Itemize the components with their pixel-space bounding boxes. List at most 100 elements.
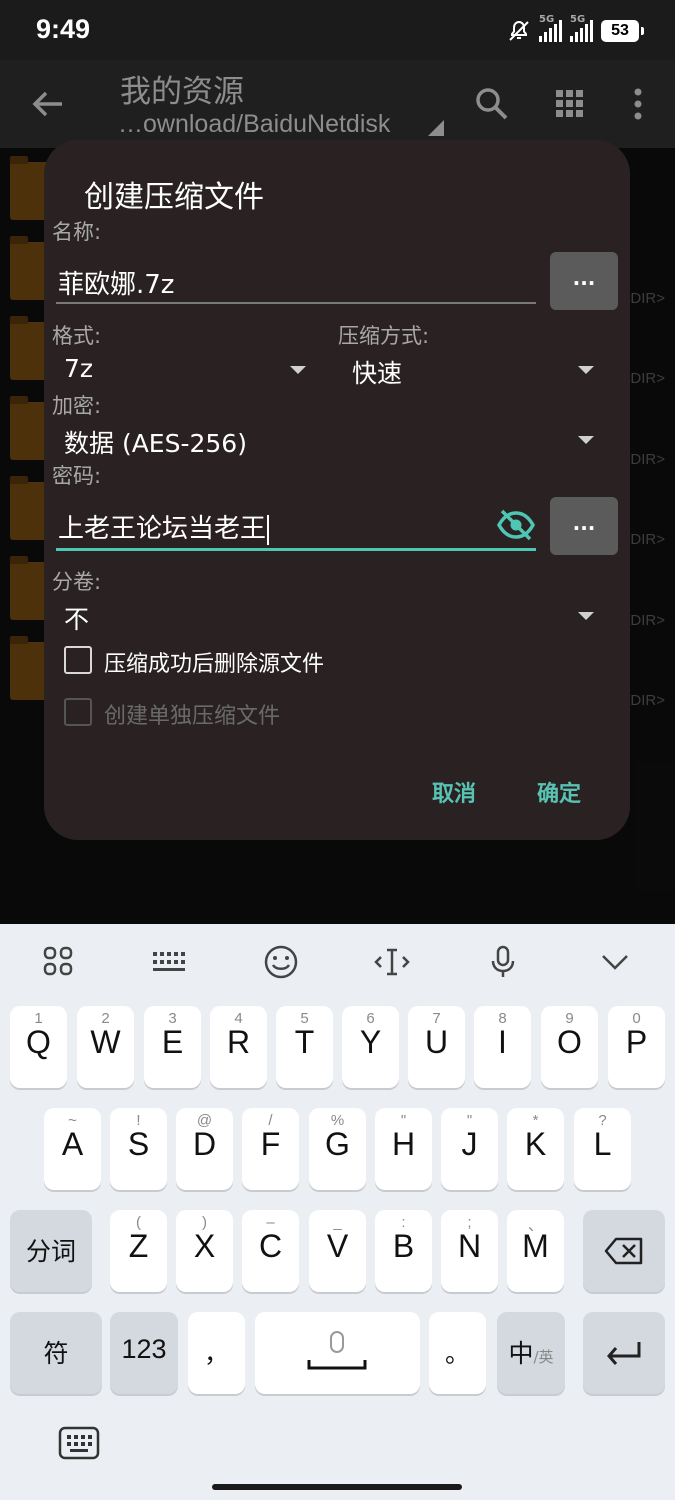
path-dropdown-icon[interactable] bbox=[428, 120, 444, 136]
key-z[interactable]: (Z bbox=[110, 1210, 167, 1292]
method-select[interactable]: 快速 bbox=[352, 354, 402, 390]
emoji-icon[interactable] bbox=[261, 942, 301, 982]
search-icon[interactable] bbox=[470, 82, 514, 126]
key-c[interactable]: – C bbox=[242, 1210, 299, 1292]
split-dropdown-icon[interactable] bbox=[578, 612, 594, 620]
key-label: N bbox=[457, 1228, 482, 1264]
signal-5g-2-icon: 5G bbox=[570, 14, 593, 42]
fenci-key[interactable]: 分词 bbox=[10, 1210, 92, 1292]
key-label: M bbox=[522, 1228, 549, 1264]
key-k[interactable]: * K bbox=[507, 1108, 564, 1190]
microphone-icon[interactable] bbox=[483, 942, 523, 982]
key-label: P bbox=[625, 1024, 648, 1060]
encryption-select[interactable]: 数据 (AES-256) bbox=[64, 424, 247, 460]
delete-source-checkbox[interactable] bbox=[64, 646, 92, 674]
key-n[interactable]: ; N bbox=[441, 1210, 498, 1292]
create-archive-dialog: 创建压缩文件 名称: 菲欧娜.7z ... 格式: 7z 压缩方式: 快速 加密… bbox=[44, 140, 630, 840]
path-subtitle[interactable]: …ownload/BaiduNetdisk bbox=[118, 110, 390, 139]
key-s[interactable]: ! S bbox=[110, 1108, 167, 1190]
grid-view-icon[interactable] bbox=[548, 82, 592, 126]
symbols-key[interactable]: 符 bbox=[10, 1312, 102, 1394]
page-title: 我的资源 bbox=[120, 74, 244, 110]
key-label: Y bbox=[359, 1024, 382, 1060]
key-w[interactable]: 2W bbox=[77, 1006, 134, 1088]
password-input[interactable]: 上老王论坛当老王 bbox=[58, 508, 270, 545]
signal-label-2: 5G bbox=[570, 14, 586, 25]
format-select[interactable]: 7z bbox=[64, 354, 93, 383]
format-dropdown-icon[interactable] bbox=[290, 366, 306, 374]
key-r[interactable]: 4R bbox=[210, 1006, 267, 1088]
home-indicator[interactable] bbox=[212, 1484, 462, 1490]
key-m[interactable]: 、 M bbox=[507, 1210, 564, 1292]
language-switch-key[interactable]: 中/英 bbox=[497, 1312, 565, 1394]
dialog-title: 创建压缩文件 bbox=[84, 180, 264, 215]
delete-source-label[interactable]: 压缩成功后删除源文件 bbox=[104, 646, 324, 678]
key-j[interactable]: " J bbox=[441, 1108, 498, 1190]
key-t[interactable]: 5T bbox=[276, 1006, 333, 1088]
key-i[interactable]: 8I bbox=[474, 1006, 531, 1088]
name-underline bbox=[56, 302, 536, 304]
back-arrow-icon[interactable] bbox=[28, 84, 68, 124]
key-y[interactable]: 6Y bbox=[342, 1006, 399, 1088]
key-x[interactable]: ) X bbox=[176, 1210, 233, 1292]
period-key[interactable]: 。 bbox=[429, 1312, 486, 1394]
numbers-key[interactable]: 123 bbox=[110, 1312, 178, 1394]
key-g[interactable]: % G bbox=[309, 1108, 366, 1190]
key-p[interactable]: 0P bbox=[608, 1006, 665, 1088]
method-dropdown-icon[interactable] bbox=[578, 366, 594, 374]
key-o[interactable]: 9O bbox=[541, 1006, 598, 1088]
cancel-button[interactable]: 取消 bbox=[432, 776, 476, 808]
name-input[interactable]: 菲欧娜.7z bbox=[58, 264, 174, 301]
mute-icon bbox=[509, 20, 529, 41]
space-key[interactable] bbox=[255, 1312, 420, 1394]
key-label: Q bbox=[26, 1024, 51, 1060]
key-label: D bbox=[192, 1126, 217, 1162]
key-u[interactable]: 7U bbox=[408, 1006, 465, 1088]
split-label: 分卷: bbox=[52, 570, 102, 594]
apps-grid-icon[interactable] bbox=[39, 942, 79, 982]
name-label: 名称: bbox=[52, 220, 102, 244]
key-f[interactable]: / F bbox=[242, 1108, 299, 1190]
key-label: K bbox=[524, 1126, 547, 1162]
key-label: C bbox=[258, 1228, 283, 1264]
key-a[interactable]: ~ A bbox=[44, 1108, 101, 1190]
password-text: 上老王论坛当老王 bbox=[58, 514, 267, 544]
key-label: 分词 bbox=[25, 1237, 76, 1266]
lang-sub: /英 bbox=[533, 1348, 554, 1366]
key-q[interactable]: 1Q bbox=[10, 1006, 67, 1088]
key-label: 中/英 bbox=[497, 1334, 565, 1370]
key-e[interactable]: 3E bbox=[144, 1006, 201, 1088]
key-label: 符 bbox=[43, 1339, 69, 1368]
ok-button[interactable]: 确定 bbox=[537, 776, 581, 808]
enter-key[interactable] bbox=[583, 1312, 665, 1394]
key-label: U bbox=[424, 1024, 449, 1060]
comma-key[interactable]: ， bbox=[188, 1312, 245, 1394]
key-v[interactable]: _ V bbox=[309, 1210, 366, 1292]
key-label: W bbox=[90, 1024, 121, 1060]
app-bar: 我的资源 …ownload/BaiduNetdisk bbox=[0, 60, 675, 148]
encryption-dropdown-icon[interactable] bbox=[578, 436, 594, 444]
key-d[interactable]: @ D bbox=[176, 1108, 233, 1190]
hide-keyboard-icon[interactable] bbox=[58, 1426, 100, 1462]
key-l[interactable]: ? L bbox=[574, 1108, 631, 1190]
status-bar: 9:49 5G 5G 53 bbox=[0, 0, 675, 60]
status-icons: 5G 5G 53 bbox=[507, 14, 644, 46]
split-select[interactable]: 不 bbox=[64, 600, 89, 636]
keyboard-layout-icon[interactable] bbox=[150, 942, 190, 982]
key-h[interactable]: " H bbox=[375, 1108, 432, 1190]
more-options-icon[interactable] bbox=[616, 82, 660, 126]
eye-off-icon[interactable] bbox=[496, 508, 536, 542]
keyboard: 1Q 2W 3E 4R 5T 6Y 7U 8I 9O 0P ~ A ! S @ D /… bbox=[0, 924, 675, 1500]
text-cursor-icon[interactable] bbox=[372, 942, 412, 982]
status-time: 9:49 bbox=[36, 14, 91, 44]
key-b[interactable]: :B bbox=[375, 1210, 432, 1292]
key-label: L bbox=[593, 1126, 612, 1162]
password-underline bbox=[56, 548, 536, 551]
password-browse-button[interactable]: ... bbox=[550, 497, 618, 555]
password-label: 密码: bbox=[52, 464, 102, 488]
battery-icon: 53 bbox=[601, 20, 644, 42]
chevron-down-icon[interactable] bbox=[595, 942, 635, 982]
name-browse-button[interactable]: ... bbox=[550, 252, 618, 310]
backspace-key[interactable] bbox=[583, 1210, 665, 1292]
backspace-icon bbox=[604, 1237, 643, 1265]
